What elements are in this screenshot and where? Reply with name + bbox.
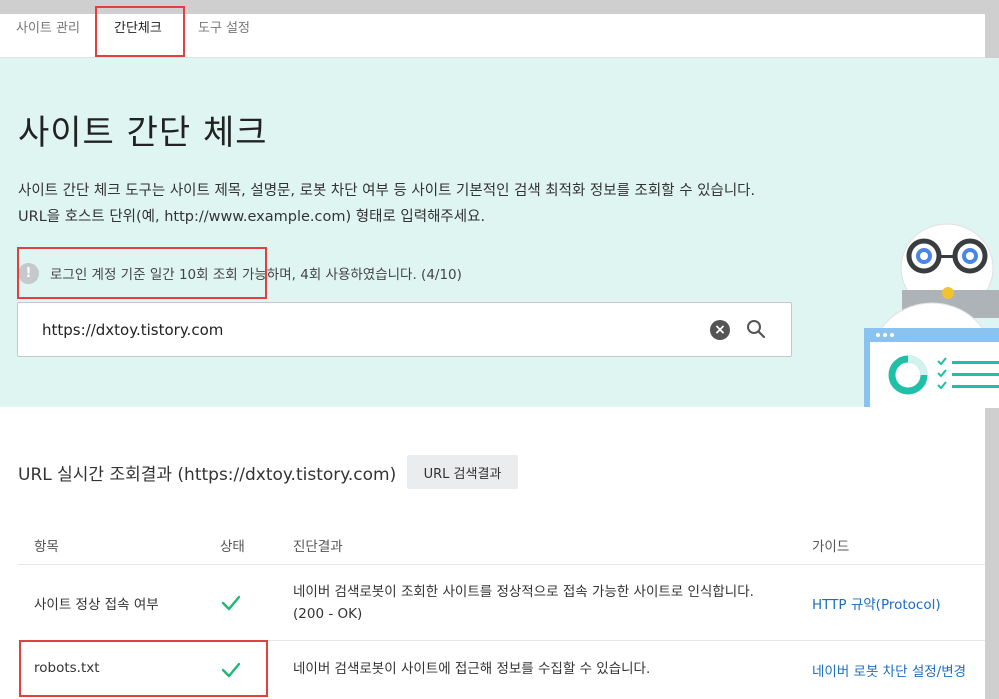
results-title: URL 실시간 조회결과 (https://dxtoy.tistory.com) (18, 465, 397, 485)
description-line-2: URL을 호스트 단위(예, http://www.example.com) 형… (18, 209, 486, 225)
url-search-box: × (17, 302, 792, 357)
header-diagnosis: 진단결과 (293, 539, 343, 555)
tab-site-management[interactable]: 사이트 관리 (16, 14, 80, 56)
guide-link-robot-block-settings[interactable]: 네이버 로봇 차단 설정/변경 (812, 660, 966, 680)
page-title: 사이트 간단 체크 (18, 113, 268, 153)
search-icon[interactable] (745, 318, 767, 340)
description-line-1: 사이트 간단 체크 도구는 사이트 제목, 설명문, 로봇 차단 여부 등 사이… (18, 183, 756, 199)
results-table-header: 항목 상태 진단결과 가이드 (18, 515, 985, 565)
table-row: 사이트 정상 접속 여부 네이버 검색로봇이 조회한 사이트를 정상적으로 접속… (18, 565, 985, 641)
url-search-results-button[interactable]: URL 검색결과 (407, 455, 518, 489)
clear-icon[interactable]: × (710, 320, 730, 340)
tab-highlight-box (95, 6, 185, 57)
row-diagnosis-line-2: (200 - OK) (293, 606, 363, 622)
header-status: 상태 (220, 539, 245, 555)
page-description: 사이트 간단 체크 도구는 사이트 제목, 설명문, 로봇 차단 여부 등 사이… (18, 178, 755, 230)
robot-illustration (864, 223, 999, 408)
row-diagnosis-line-1: 네이버 검색로봇이 조회한 사이트를 정상적으로 접속 가능한 사이트로 인식합… (293, 584, 754, 600)
tab-tool-settings[interactable]: 도구 설정 (198, 14, 250, 56)
row-diagnosis: 네이버 검색로봇이 조회한 사이트를 정상적으로 접속 가능한 사이트로 인식합… (293, 581, 793, 625)
hero-section: 사이트 간단 체크 사이트 간단 체크 도구는 사이트 제목, 설명문, 로봇 … (0, 58, 999, 408)
check-icon (221, 595, 241, 611)
robots-row-highlight-box (19, 640, 268, 697)
header-guide: 가이드 (812, 539, 850, 555)
url-search-input[interactable] (42, 303, 642, 356)
search-highlight-box (17, 247, 267, 299)
row-item: 사이트 정상 접속 여부 (34, 597, 159, 613)
guide-link-http-protocol[interactable]: HTTP 규약(Protocol) (812, 593, 941, 613)
row-diagnosis: 네이버 검색로봇이 사이트에 접근해 정보를 수집할 수 있습니다. (293, 661, 651, 677)
header-item: 항목 (34, 539, 59, 555)
